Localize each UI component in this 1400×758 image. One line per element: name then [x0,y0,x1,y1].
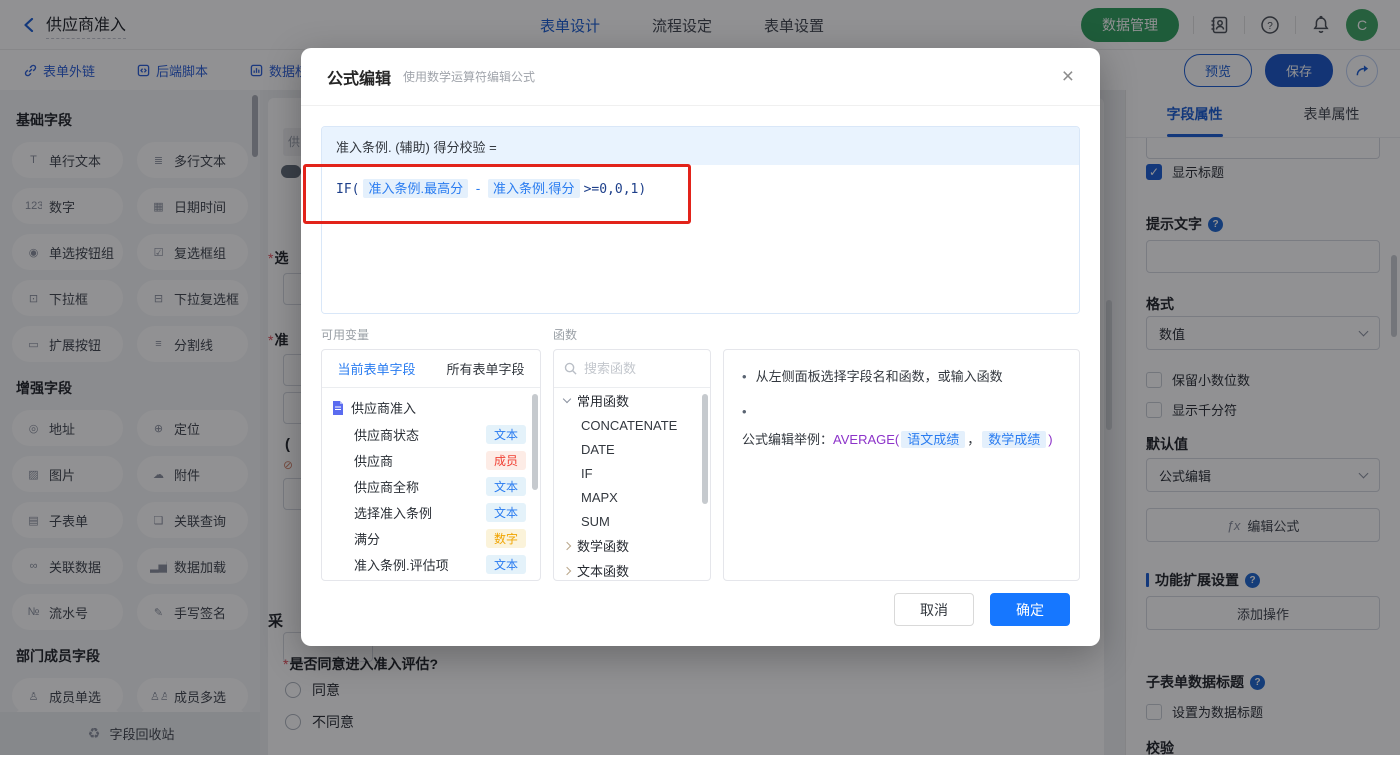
document-icon [333,400,343,415]
formula-edit-dialog: 公式编辑 使用数学运算符编辑公式 × 准入条例. (辅助) 得分校验 = IF(… [301,48,1100,646]
formula-target: 准入条例. (辅助) 得分校验 = [322,127,1079,165]
function-item[interactable]: SUM [554,509,710,533]
variable-row[interactable]: 满分 数字 [322,525,540,551]
function-search-input[interactable] [584,361,684,376]
variable-row[interactable]: 供应商全称 文本 [322,473,540,499]
variables-list: 供应商状态 文本 供应商 成员 供应商全称 文本 选择准入条例 文本 满分 数字 准入条例.评估项文… [322,421,540,577]
formula-field-chip: 准入条例.最高分 [363,179,469,198]
functions-scrollbar[interactable] [702,394,708,504]
function-item[interactable]: IF [554,461,710,485]
example-field-chip: 数学成绩 [982,431,1047,448]
tab-current-form-fields[interactable]: 当前表单字段 [322,350,431,387]
functions-label: 函数 [553,328,578,342]
variable-type-badge: 文本 [485,424,526,444]
variables-panel: 当前表单字段 所有表单字段 供应商准入 供应商状态 文本 供应商 成员 供应商全称 文本选… [321,349,541,581]
function-item[interactable]: DATE [554,437,710,461]
search-icon [564,362,577,375]
variable-row[interactable]: 供应商 成员 [322,447,540,473]
functions-list: 常用函数 CONCATENATE DATE IF MAPX SUM 数学函数文本函数 [554,388,710,580]
function-group-name: 常用函数 [577,394,630,409]
formula-box: 准入条例. (辅助) 得分校验 = IF(准入条例.最高分 - 准入条例.得分 >=0… [321,126,1080,314]
cancel-button[interactable]: 取消 [894,593,974,626]
variable-name: 选择准入条例 [354,505,433,521]
function-item[interactable]: CONCATENATE [554,413,710,437]
variable-row[interactable]: 选择准入条例 文本 [322,499,540,525]
example-field-chip: 语文成绩 [901,431,966,448]
formula-token: - [474,182,482,197]
function-group-collapsed[interactable]: 文本函数 [554,558,710,580]
variable-name: 满分 [354,531,381,547]
variable-row[interactable]: 准入条例.评估项 文本 [322,551,540,577]
chevron-right-icon [562,566,572,575]
variable-name: 准入条例.评估项 [354,557,449,573]
function-item[interactable]: MAPX [554,485,710,509]
function-group-collapsed[interactable]: 数学函数 [554,533,710,558]
formula-token: IF( [336,182,360,197]
dialog-subtitle: 使用数学运算符编辑公式 [403,70,536,84]
formula-editor[interactable]: IF(准入条例.最高分 - 准入条例.得分 >=0,0,1) [322,165,1079,313]
variable-row[interactable]: 供应商状态 文本 [322,421,540,447]
function-group-name: 数学函数 [577,539,630,554]
variable-type-badge: 成员 [485,450,526,470]
function-group-expanded[interactable]: 常用函数 [554,388,710,413]
chevron-right-icon [562,541,572,550]
tab-all-form-fields[interactable]: 所有表单字段 [431,350,540,387]
variable-name: 供应商全称 [354,479,420,495]
hint-example: • 公式编辑举例：AVERAGE(语文成绩，数学成绩) [742,403,1053,448]
variable-name: 供应商 [354,453,394,469]
variable-type-badge: 文本 [485,502,526,522]
function-group-name: 文本函数 [577,564,630,579]
function-search[interactable] [554,350,710,388]
variables-label: 可用变量 [321,328,370,342]
variables-root[interactable]: 供应商准入 [322,388,540,421]
variable-type-badge: 数字 [485,528,526,548]
chevron-down-icon [562,394,572,404]
formula-field-chip: 准入条例.得分 [487,179,580,198]
variable-name: 供应商状态 [354,427,420,443]
variables-root-label: 供应商准入 [351,401,417,416]
confirm-button[interactable]: 确定 [990,593,1070,626]
variable-type-badge: 文本 [485,554,526,574]
dialog-title: 公式编辑 [327,70,392,88]
hint-line: • 从左侧面板选择字段名和函数，或输入函数 [742,369,1003,384]
close-icon[interactable]: × [1062,66,1074,87]
hints-panel: • 从左侧面板选择字段名和函数，或输入函数 • 公式编辑举例：AVERAGE(语文… [723,349,1080,581]
variable-type-badge: 文本 [485,476,526,496]
variables-scrollbar[interactable] [532,394,538,490]
formula-token: >=0,0,1) [583,182,647,197]
functions-panel: 常用函数 CONCATENATEDATEIFMAPXSUM 数学函数文本函数 [553,349,711,581]
